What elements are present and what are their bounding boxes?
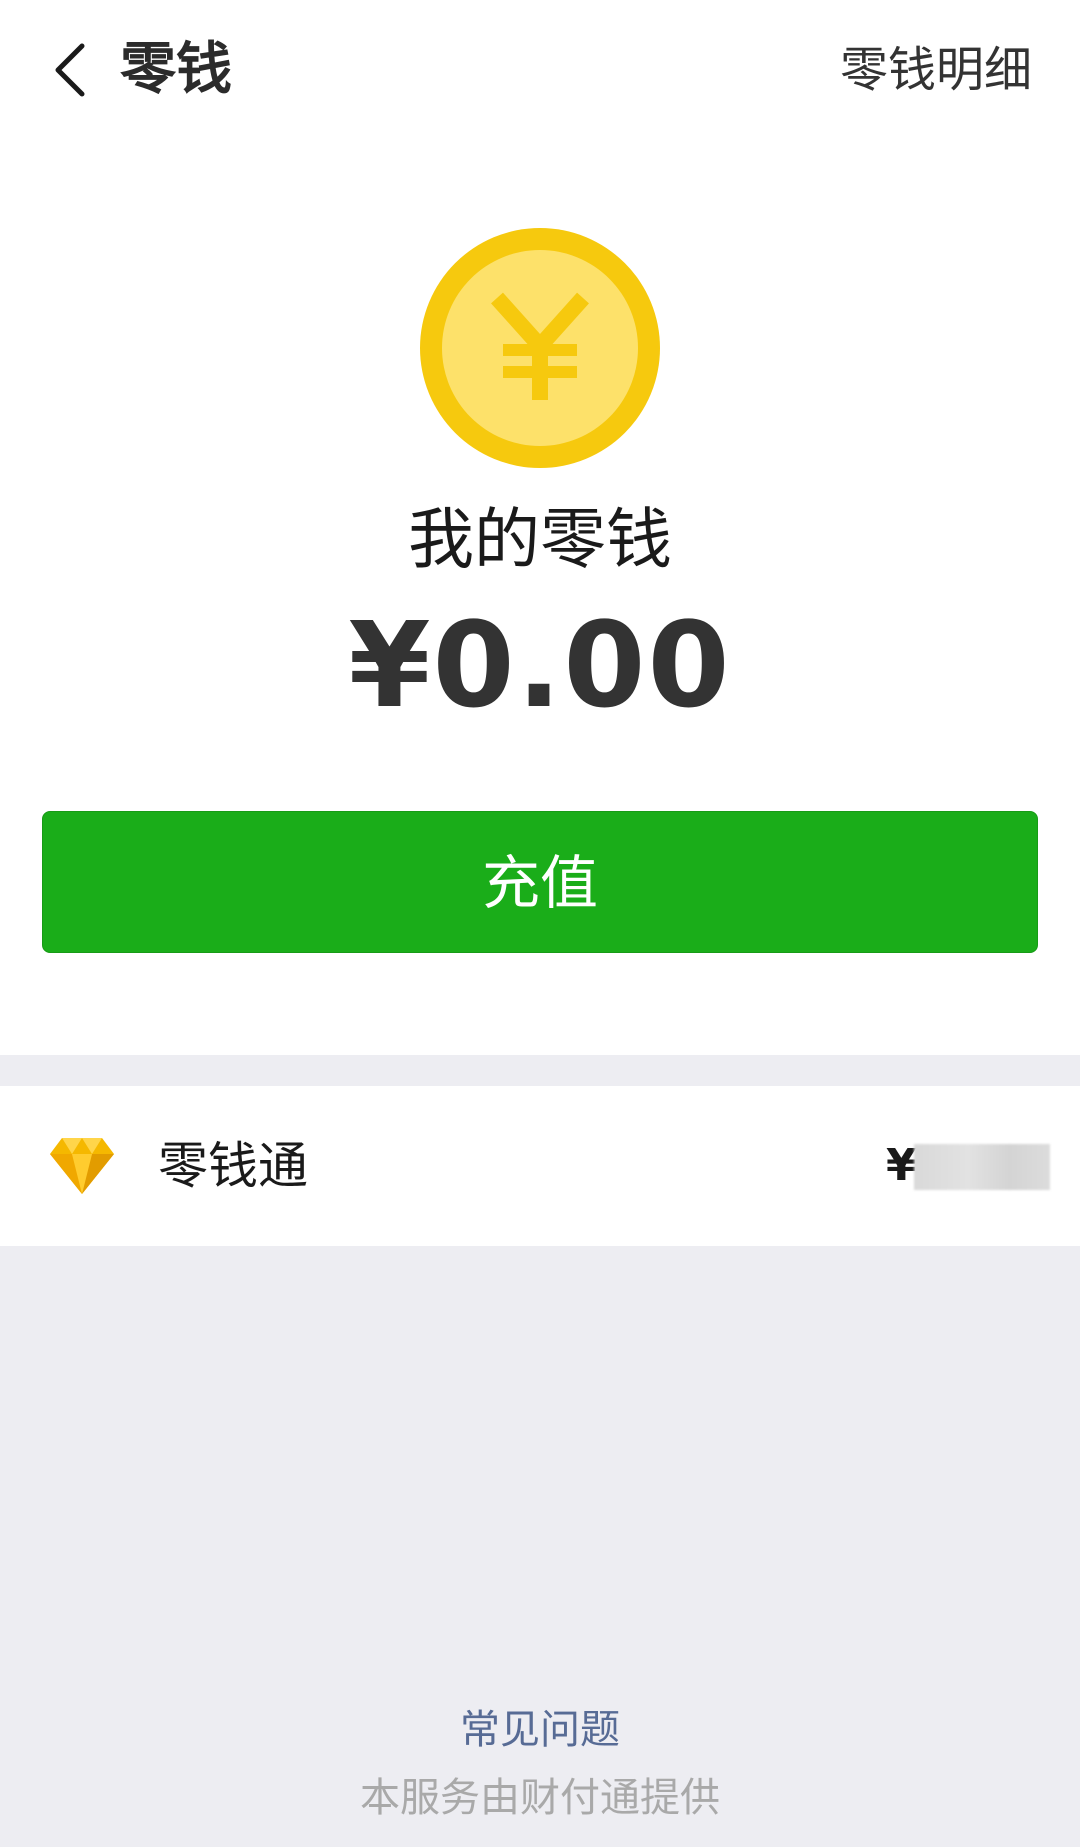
navigation-bar: 零钱 零钱明细 bbox=[0, 0, 1080, 140]
lingqiantong-row[interactable]: 零钱通 ¥ bbox=[0, 1086, 1080, 1246]
yuan-coin-icon bbox=[420, 228, 660, 468]
page-title: 零钱 bbox=[120, 37, 232, 102]
chevron-left-icon bbox=[55, 43, 85, 97]
lingqiantong-label: 零钱通 bbox=[158, 1137, 308, 1195]
lingqiantong-currency: ¥ bbox=[886, 1140, 917, 1191]
transaction-details-link[interactable]: 零钱明细 bbox=[840, 30, 1032, 110]
recharge-button[interactable]: 充值 bbox=[42, 811, 1038, 953]
diamond-icon bbox=[50, 1138, 114, 1194]
yuan-symbol bbox=[491, 292, 589, 400]
balance-label: 我的零钱 bbox=[408, 501, 672, 578]
wallet-summary-panel: 零钱 零钱明细 我的零钱 ¥0.00 充值 bbox=[0, 0, 1080, 1055]
back-button[interactable] bbox=[30, 30, 110, 110]
coin-face bbox=[442, 250, 638, 446]
provider-notice: 本服务由财付通提供 bbox=[360, 1775, 720, 1821]
change-wallet-page: 零钱 零钱明细 我的零钱 ¥0.00 充值 零钱通 ¥ 常见问题 本服务由财付通… bbox=[0, 0, 1080, 1847]
lingqiantong-masked-amount bbox=[914, 1144, 1050, 1190]
faq-link[interactable]: 常见问题 bbox=[0, 1700, 1080, 1760]
balance-amount: ¥0.00 bbox=[348, 596, 732, 734]
